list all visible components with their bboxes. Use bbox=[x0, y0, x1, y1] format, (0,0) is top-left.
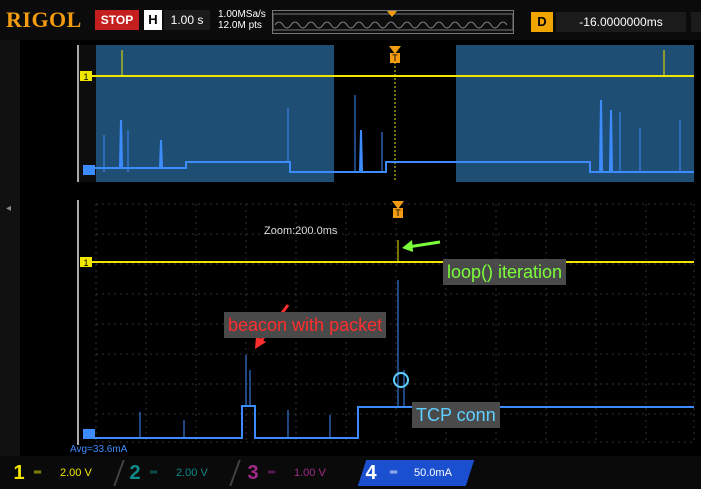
top-status-bar: RIGOL STOP H 1.00 s 1.00MSa/s 12.0M pts … bbox=[0, 0, 701, 40]
channel-1-button[interactable]: 1 ═ 2.00 V bbox=[10, 460, 125, 486]
channel-3-scale: 1.00 V bbox=[294, 467, 326, 479]
delay-value[interactable]: -16.0000000ms bbox=[556, 12, 686, 32]
zoom-ch4-marker bbox=[83, 429, 95, 439]
channel-2-scale: 2.00 V bbox=[176, 467, 208, 479]
annotation-beacon: beacon with packet bbox=[224, 312, 387, 338]
waveform-svg: T 1 T 1 bbox=[77, 45, 695, 445]
run-stop-button[interactable]: STOP bbox=[95, 10, 139, 30]
svg-text:1: 1 bbox=[83, 72, 88, 82]
coupling-icon: ═ bbox=[390, 467, 398, 478]
overview-ch4-marker bbox=[83, 165, 95, 175]
annotation-tcp: TCP conn bbox=[412, 402, 500, 428]
channel-4-scale: 50.0mA bbox=[414, 467, 452, 479]
channel-1-number: 1 bbox=[13, 462, 25, 484]
memory-overview[interactable] bbox=[272, 10, 514, 34]
svg-text:1: 1 bbox=[83, 258, 88, 268]
zoom-label: Zoom:200.0ms bbox=[264, 225, 338, 237]
avg-measurement: Avg=33.6mA bbox=[70, 444, 128, 455]
channel-bar: 1 ═ 2.00 V 2 ═ 2.00 V 3 ═ 1.00 V 4 ═ 50.… bbox=[0, 456, 701, 489]
timebase-label[interactable]: H bbox=[144, 10, 162, 30]
acquisition-info: 1.00MSa/s 12.0M pts bbox=[218, 9, 266, 31]
overview-window: T 1 bbox=[77, 45, 694, 182]
channel-4-number: 4 bbox=[365, 462, 377, 484]
annotation-loop: loop() iteration bbox=[443, 259, 567, 285]
channel-4-button[interactable]: 4 ═ 50.0mA bbox=[357, 460, 475, 486]
coupling-icon: ═ bbox=[150, 467, 158, 478]
svg-text:T: T bbox=[395, 208, 401, 218]
channel-1-scale: 2.00 V bbox=[60, 467, 92, 479]
channel-2-number: 2 bbox=[129, 462, 141, 484]
memory-overview-waveform bbox=[272, 11, 514, 31]
coupling-icon: ═ bbox=[268, 467, 276, 478]
channel-3-number: 3 bbox=[247, 462, 259, 484]
channel-2-button[interactable]: 2 ═ 2.00 V bbox=[126, 460, 241, 486]
timebase-value[interactable]: 1.00 s bbox=[164, 10, 210, 30]
channel-3-button[interactable]: 3 ═ 1.00 V bbox=[244, 460, 344, 486]
right-indicator bbox=[691, 12, 701, 32]
sample-rate: 1.00MSa/s bbox=[218, 9, 266, 20]
waveform-display: ◂ T 1 T 1 Zoom:200.0ms loop() iteration … bbox=[0, 40, 701, 456]
brand-logo: RIGOL bbox=[6, 7, 82, 32]
coupling-icon: ═ bbox=[34, 467, 42, 478]
svg-text:T: T bbox=[392, 53, 398, 63]
memory-depth: 12.0M pts bbox=[218, 20, 262, 31]
delay-label[interactable]: D bbox=[531, 12, 553, 32]
